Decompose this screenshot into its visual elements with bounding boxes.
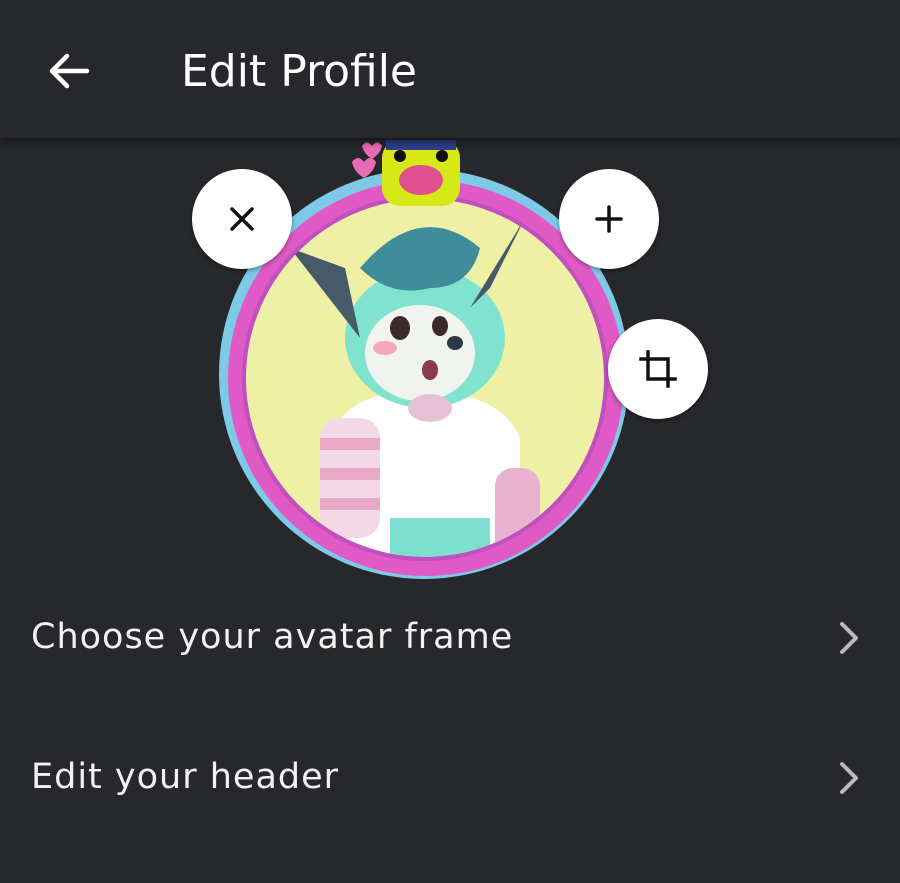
plus-icon: [595, 205, 623, 233]
back-button[interactable]: [34, 38, 104, 104]
menu-item-avatar-frame[interactable]: Choose your avatar frame: [0, 578, 900, 698]
edit-profile-screen: Edit Profile Choose your avatar frame Ed…: [0, 0, 900, 883]
arrow-left-icon: [49, 53, 90, 89]
menu-item-edit-header[interactable]: Edit your header: [0, 718, 900, 838]
add-avatar-button[interactable]: [559, 169, 659, 269]
app-bar: Edit Profile: [0, 0, 900, 138]
page-title: Edit Profile: [181, 46, 418, 97]
chevron-right-icon: [840, 622, 858, 654]
avatar-image[interactable]: [0, 138, 900, 588]
crop-avatar-button[interactable]: [608, 319, 708, 419]
menu-item-label: Edit your header: [31, 757, 340, 797]
close-icon: [230, 207, 254, 231]
chevron-right-icon: [840, 762, 858, 794]
avatar-editor: [0, 138, 900, 588]
crop-icon: [639, 350, 677, 388]
menu-item-label: Choose your avatar frame: [31, 617, 514, 657]
remove-avatar-button[interactable]: [192, 169, 292, 269]
